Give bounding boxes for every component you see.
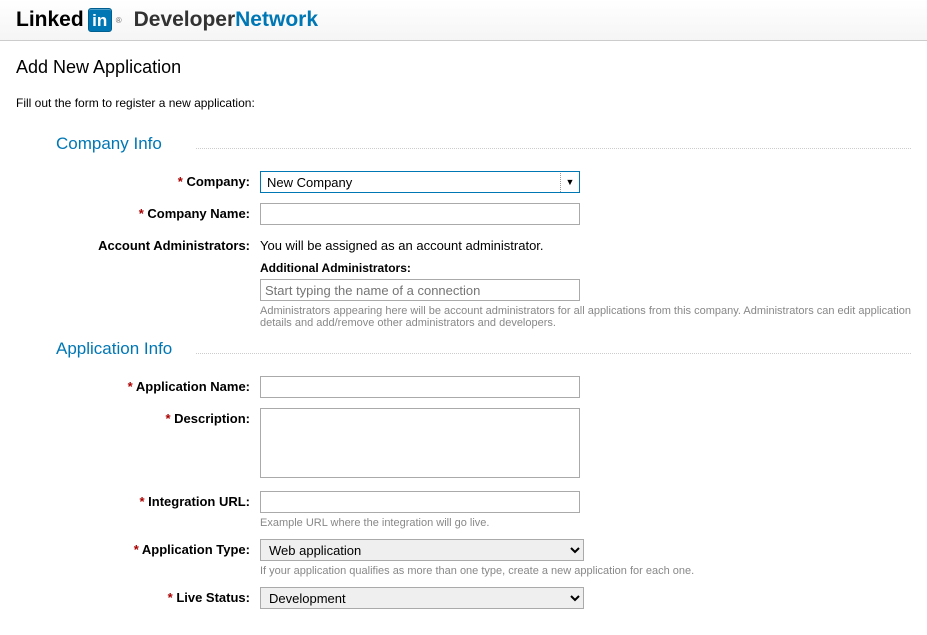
company-label-text: Company: [186, 174, 250, 189]
app-name-input[interactable] [260, 376, 580, 398]
required-marker: * [134, 542, 139, 557]
brand-network-text: Network [235, 8, 318, 31]
registered-mark: ® [116, 16, 122, 25]
chevron-down-icon: ▼ [561, 177, 579, 187]
content-area: Add New Application Fill out the form to… [0, 41, 927, 635]
app-type-row: * Application Type: Web application If y… [16, 539, 911, 577]
required-marker: * [165, 411, 170, 426]
brand-developer-text: Developer [134, 8, 236, 31]
integration-url-row: * Integration URL: Example URL where the… [16, 491, 911, 529]
required-marker: * [168, 590, 173, 605]
app-type-note: If your application qualifies as more th… [260, 565, 911, 577]
page-title: Add New Application [16, 57, 911, 78]
account-admins-text: You will be assigned as an account admin… [260, 235, 911, 253]
description-textarea[interactable] [260, 408, 580, 478]
app-type-label: * Application Type: [16, 539, 260, 557]
company-name-row: * Company Name: [16, 203, 911, 225]
app-name-row: * Application Name: [16, 376, 911, 398]
company-name-label-text: Company Name: [147, 206, 250, 221]
logo-in-icon: in [88, 8, 112, 32]
application-info-heading: Application Info [16, 339, 911, 359]
page-header: Linked in ® DeveloperNetwork [0, 0, 927, 41]
additional-admins-input[interactable] [260, 279, 580, 301]
admins-note: Administrators appearing here will be ac… [260, 305, 911, 329]
live-status-label: * Live Status: [16, 587, 260, 605]
intro-text: Fill out the form to register a new appl… [16, 96, 911, 110]
integration-url-label: * Integration URL: [16, 491, 260, 509]
integration-url-input[interactable] [260, 491, 580, 513]
application-info-section: Application Info * Application Name: * D… [16, 339, 911, 609]
required-marker: * [178, 174, 183, 189]
company-name-input[interactable] [260, 203, 580, 225]
description-row: * Description: [16, 408, 911, 481]
company-info-section: Company Info * Company: New Company ▼ * … [16, 134, 911, 329]
required-marker: * [139, 206, 144, 221]
integration-url-label-text: Integration URL: [148, 494, 250, 509]
integration-url-note: Example URL where the integration will g… [260, 517, 911, 529]
company-select-value: New Company [261, 173, 561, 192]
app-name-label: * Application Name: [16, 376, 260, 394]
logo-area: Linked in ® DeveloperNetwork [16, 8, 911, 32]
account-admins-row: Account Administrators: You will be assi… [16, 235, 911, 329]
company-info-heading: Company Info [16, 134, 911, 154]
additional-admins-label: Additional Administrators: [260, 261, 911, 275]
live-status-select[interactable]: Development [260, 587, 584, 609]
company-row: * Company: New Company ▼ [16, 171, 911, 193]
company-select[interactable]: New Company ▼ [260, 171, 580, 193]
logo-linked-text: Linked [16, 8, 84, 32]
description-label: * Description: [16, 408, 260, 426]
live-status-label-text: Live Status: [176, 590, 250, 605]
section-divider [196, 353, 911, 354]
brand-title: DeveloperNetwork [134, 8, 318, 32]
app-name-label-text: Application Name: [136, 379, 250, 394]
required-marker: * [139, 494, 144, 509]
company-name-label: * Company Name: [16, 203, 260, 221]
account-admins-label: Account Administrators: [16, 235, 260, 253]
required-marker: * [128, 379, 133, 394]
description-label-text: Description: [174, 411, 250, 426]
app-type-select[interactable]: Web application [260, 539, 584, 561]
account-admins-label-text: Account Administrators: [98, 238, 250, 253]
company-label: * Company: [16, 171, 260, 189]
section-divider [196, 148, 911, 149]
live-status-row: * Live Status: Development [16, 587, 911, 609]
app-type-label-text: Application Type: [142, 542, 250, 557]
